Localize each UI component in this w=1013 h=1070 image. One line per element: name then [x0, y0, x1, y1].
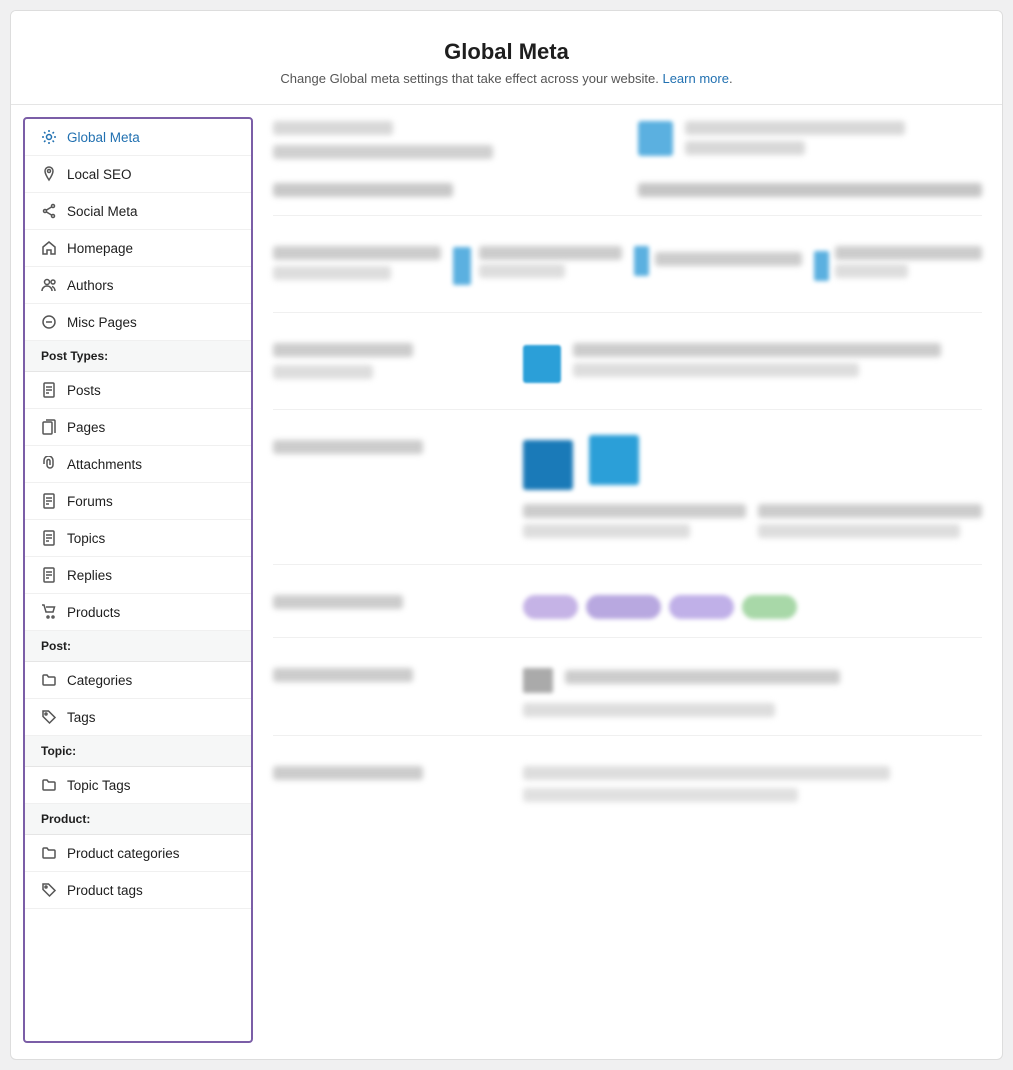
topic-folder-icon	[41, 777, 57, 793]
sidebar-label-attachments: Attachments	[67, 457, 142, 472]
sidebar-item-pages[interactable]: Pages	[25, 409, 251, 446]
users-icon	[41, 277, 57, 293]
attachment-icon	[41, 456, 57, 472]
content-row-4	[273, 440, 982, 565]
folder-icon	[41, 672, 57, 688]
sidebar-label-posts: Posts	[67, 383, 101, 398]
sidebar-label-product-categories: Product categories	[67, 846, 180, 861]
location-icon	[41, 166, 57, 182]
product-tag-icon	[41, 882, 57, 898]
section-header-product: Product:	[25, 804, 251, 835]
cart-icon	[41, 604, 57, 620]
sidebar-item-social-meta[interactable]: Social Meta	[25, 193, 251, 230]
sidebar-item-topics[interactable]: Topics	[25, 520, 251, 557]
content-row-7	[273, 766, 982, 820]
page-subtitle: Change Global meta settings that take ef…	[31, 71, 982, 86]
sidebar-item-products[interactable]: Products	[25, 594, 251, 631]
sidebar-item-local-seo[interactable]: Local SEO	[25, 156, 251, 193]
section-header-topic: Topic:	[25, 736, 251, 767]
sidebar-label-tags: Tags	[67, 710, 96, 725]
share-icon	[41, 203, 57, 219]
forums-icon	[41, 493, 57, 509]
sidebar-label-forums: Forums	[67, 494, 113, 509]
sidebar-item-authors[interactable]: Authors	[25, 267, 251, 304]
gear-icon	[41, 129, 57, 145]
sidebar-label-homepage: Homepage	[67, 241, 133, 256]
sidebar-label-topic-tags: Topic Tags	[67, 778, 131, 793]
replies-icon	[41, 567, 57, 583]
sidebar-item-attachments[interactable]: Attachments	[25, 446, 251, 483]
content-row-3	[273, 343, 982, 410]
content-row-1	[273, 121, 982, 216]
sidebar-item-product-tags[interactable]: Product tags	[25, 872, 251, 909]
page-container: Global Meta Change Global meta settings …	[10, 10, 1003, 1060]
content-row-5	[273, 595, 982, 638]
content-row-2	[273, 246, 982, 313]
circle-minus-icon	[41, 314, 57, 330]
sidebar-item-misc-pages[interactable]: Misc Pages	[25, 304, 251, 341]
page-title: Global Meta	[31, 39, 982, 65]
section-header-post-types: Post Types:	[25, 341, 251, 372]
section-header-post: Post:	[25, 631, 251, 662]
content-area: Global Meta Local SEO	[11, 105, 1002, 1055]
sidebar-item-global-meta[interactable]: Global Meta	[25, 119, 251, 156]
sidebar-label-categories: Categories	[67, 673, 132, 688]
sidebar-item-homepage[interactable]: Homepage	[25, 230, 251, 267]
content-row-6	[273, 668, 982, 736]
sidebar-item-tags[interactable]: Tags	[25, 699, 251, 736]
sidebar-item-forums[interactable]: Forums	[25, 483, 251, 520]
main-content	[253, 105, 1002, 1055]
sidebar-label-product-tags: Product tags	[67, 883, 143, 898]
topics-icon	[41, 530, 57, 546]
pages-icon	[41, 419, 57, 435]
sidebar-item-categories[interactable]: Categories	[25, 662, 251, 699]
sidebar-label-local-seo: Local SEO	[67, 167, 132, 182]
document-icon	[41, 382, 57, 398]
sidebar-label-pages: Pages	[67, 420, 105, 435]
page-header: Global Meta Change Global meta settings …	[11, 11, 1002, 105]
sidebar-label-global-meta: Global Meta	[67, 130, 140, 145]
sidebar-label-misc-pages: Misc Pages	[67, 315, 137, 330]
sidebar-item-topic-tags[interactable]: Topic Tags	[25, 767, 251, 804]
sidebar-item-product-categories[interactable]: Product categories	[25, 835, 251, 872]
tag-icon	[41, 709, 57, 725]
sidebar-label-topics: Topics	[67, 531, 105, 546]
sidebar-label-authors: Authors	[67, 278, 114, 293]
learn-more-link[interactable]: Learn more	[662, 71, 728, 86]
sidebar-label-replies: Replies	[67, 568, 112, 583]
product-folder-icon	[41, 845, 57, 861]
sidebar: Global Meta Local SEO	[23, 117, 253, 1043]
sidebar-item-posts[interactable]: Posts	[25, 372, 251, 409]
sidebar-label-social-meta: Social Meta	[67, 204, 138, 219]
sidebar-item-replies[interactable]: Replies	[25, 557, 251, 594]
sidebar-label-products: Products	[67, 605, 120, 620]
home-icon	[41, 240, 57, 256]
